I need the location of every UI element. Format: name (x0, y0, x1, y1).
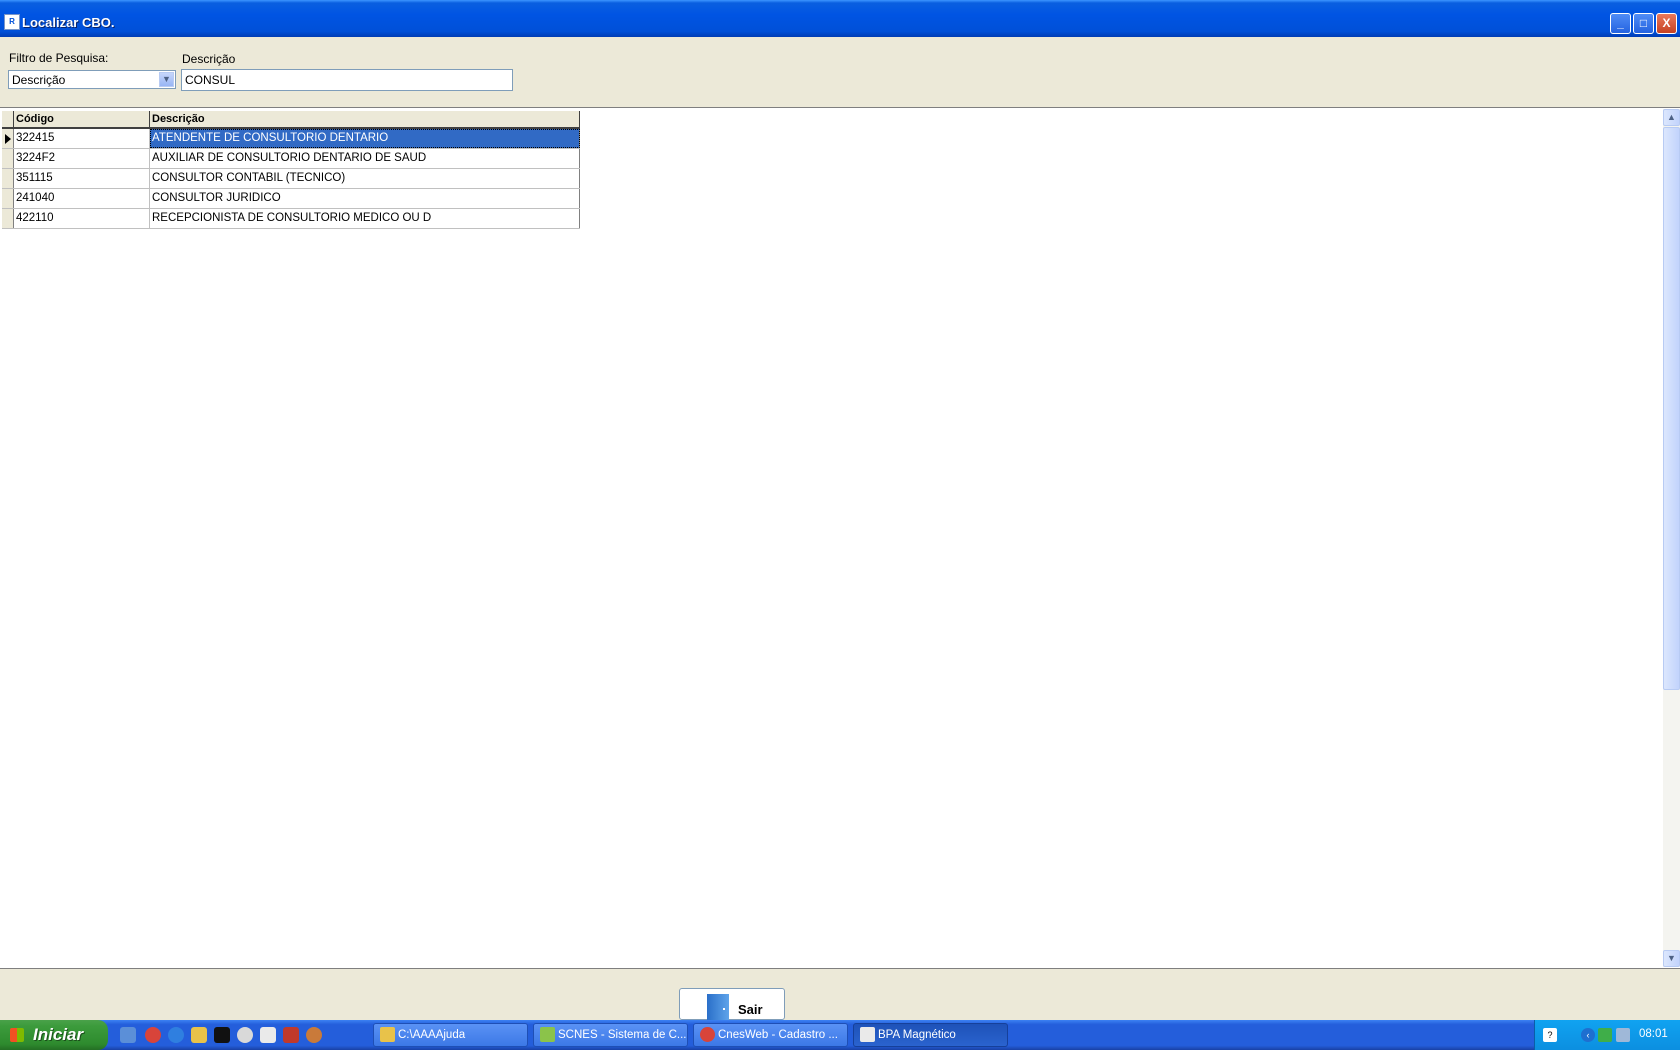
row-indicator (2, 169, 14, 188)
exit-button[interactable]: Sair (679, 988, 785, 1020)
taskbar-button-label: CnesWeb - Cadastro ... (718, 1029, 838, 1041)
table-row[interactable]: 351115 CONSULTOR CONTABIL (TECNICO) (2, 169, 580, 189)
cell-description[interactable]: CONSULTOR CONTABIL (TECNICO) (150, 169, 580, 188)
taskbar-button-label: BPA Magnético (878, 1029, 956, 1041)
folder-icon[interactable] (191, 1027, 207, 1043)
results-grid-container: Código Descrição 322415 ATENDENTE DE CON… (0, 107, 1680, 969)
internet-explorer-icon[interactable] (168, 1027, 184, 1043)
help-icon[interactable]: ? (1543, 1028, 1557, 1042)
command-prompt-icon[interactable] (214, 1027, 230, 1043)
cell-code[interactable]: 322415 (14, 129, 150, 148)
security-icon[interactable] (1598, 1028, 1612, 1042)
vertical-scrollbar[interactable]: ▲ ▼ (1663, 109, 1680, 967)
grid-header-indicator (2, 111, 14, 127)
door-icon (707, 994, 729, 1020)
scroll-down-icon[interactable]: ▼ (1663, 950, 1680, 967)
taskbar-button-cnesweb[interactable]: CnesWeb - Cadastro ... (693, 1023, 848, 1047)
cell-code[interactable]: 422110 (14, 209, 150, 228)
start-label: Iniciar (33, 1025, 84, 1044)
cell-description[interactable]: RECEPCIONISTA DE CONSULTORIO MEDICO OU D (150, 209, 580, 228)
maximize-button[interactable]: □ (1633, 13, 1654, 34)
monitor-icon[interactable] (1616, 1028, 1630, 1042)
taskbar-button-scnes[interactable]: SCNES - Sistema de C... (533, 1023, 688, 1047)
window-titlebar[interactable]: R Localizar CBO. _ □ X (0, 0, 1680, 37)
minimize-button[interactable]: _ (1610, 13, 1631, 34)
cell-description[interactable]: ATENDENTE DE CONSULTORIO DENTARIO (150, 129, 580, 148)
table-row[interactable]: 322415 ATENDENTE DE CONSULTORIO DENTARIO (2, 129, 580, 149)
grid-header-description[interactable]: Descrição (150, 111, 580, 127)
taskbar-button-folder[interactable]: C:\AAAAjuda (373, 1023, 528, 1047)
chevron-down-icon[interactable]: ▼ (159, 72, 174, 87)
grid-header-code[interactable]: Código (14, 111, 150, 127)
description-label: Descrição (182, 52, 236, 66)
sia-icon[interactable] (329, 1027, 345, 1043)
taskbar-button-label: C:\AAAAjuda (398, 1029, 466, 1041)
table-row[interactable]: 3224F2 AUXILIAR DE CONSULTORIO DENTARIO … (2, 149, 580, 169)
filter-select[interactable]: Descrição ▼ (8, 70, 176, 89)
row-indicator (2, 129, 14, 148)
taskbar-button-bpa[interactable]: BPA Magnético (853, 1023, 1008, 1047)
description-input[interactable] (181, 69, 513, 91)
folder-icon (380, 1027, 395, 1042)
cell-description[interactable]: CONSULTOR JURIDICO (150, 189, 580, 208)
app-icon: R (4, 14, 20, 30)
chevron-left-icon[interactable]: ‹ (1581, 1028, 1595, 1042)
row-indicator (2, 209, 14, 228)
grid-header: Código Descrição (2, 111, 580, 129)
row-indicator (2, 149, 14, 168)
firefox-icon[interactable] (306, 1027, 322, 1043)
scroll-up-icon[interactable]: ▲ (1663, 109, 1680, 126)
scnes-icon (540, 1027, 555, 1042)
bpa-icon (860, 1027, 875, 1042)
clock: 08:01 (1639, 1028, 1668, 1040)
taskbar-button-label: SCNES - Sistema de C... (558, 1029, 687, 1041)
chrome-icon (700, 1027, 715, 1042)
window-title: Localizar CBO. (22, 15, 115, 30)
media-player-icon[interactable] (237, 1027, 253, 1043)
app-shortcut-icon[interactable] (260, 1027, 276, 1043)
system-tray: ? ‹ 08:01 (1534, 1020, 1680, 1050)
adobe-icon[interactable] (283, 1027, 299, 1043)
exit-button-label: Sair (738, 1002, 763, 1017)
taskbar: Iniciar C:\AAAAjuda SCNES - Sistema de C… (0, 1020, 1680, 1050)
network-icon[interactable] (1562, 1028, 1576, 1042)
table-row[interactable]: 241040 CONSULTOR JURIDICO (2, 189, 580, 209)
filter-label: Filtro de Pesquisa: (9, 51, 109, 65)
show-desktop-icon[interactable] (120, 1027, 136, 1043)
filter-select-value: Descrição (12, 73, 66, 87)
current-row-arrow-icon (5, 134, 11, 144)
cell-description[interactable]: AUXILIAR DE CONSULTORIO DENTARIO DE SAUD (150, 149, 580, 168)
scrollbar-thumb[interactable] (1663, 127, 1680, 690)
cell-code[interactable]: 3224F2 (14, 149, 150, 168)
cell-code[interactable]: 351115 (14, 169, 150, 188)
chrome-icon[interactable] (145, 1027, 161, 1043)
start-button[interactable]: Iniciar (0, 1020, 108, 1050)
results-grid: Código Descrição 322415 ATENDENTE DE CON… (2, 111, 580, 229)
cell-code[interactable]: 241040 (14, 189, 150, 208)
row-indicator (2, 189, 14, 208)
table-row[interactable]: 422110 RECEPCIONISTA DE CONSULTORIO MEDI… (2, 209, 580, 229)
close-button[interactable]: X (1656, 13, 1677, 34)
windows-logo-icon (10, 1028, 24, 1042)
